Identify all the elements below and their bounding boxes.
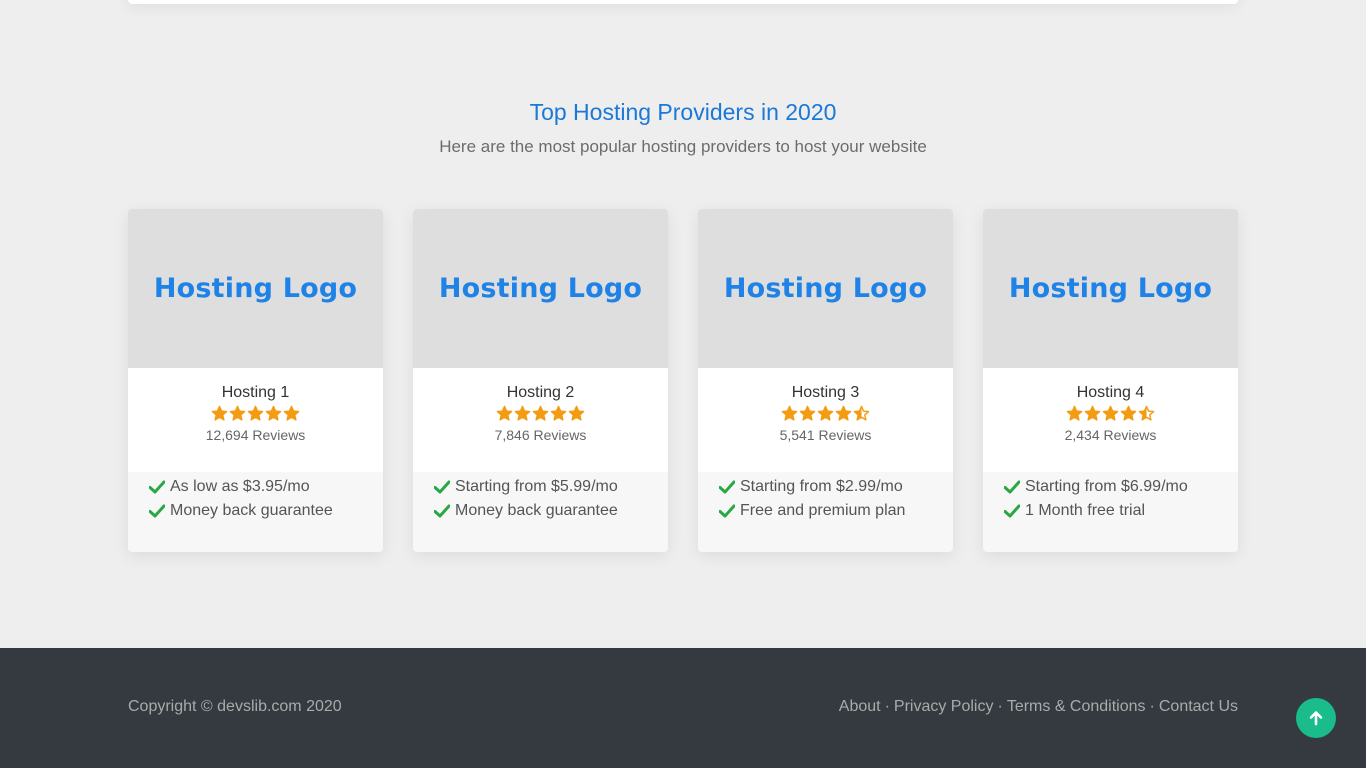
feature-text: As low as $3.95/mo [170, 478, 310, 495]
provider-logo-text: Hosting Logo [438, 273, 643, 304]
arrow-up-icon [1309, 711, 1323, 726]
check-icon [434, 504, 450, 518]
star-rating [698, 405, 953, 423]
star-full-icon [550, 405, 567, 421]
provider-logo[interactable]: Hosting Logo [983, 209, 1238, 368]
feature-list: Starting from $5.99/mo Money back guaran… [413, 472, 668, 523]
footer-link-contact-us[interactable]: Contact Us [1159, 698, 1238, 716]
star-rating [128, 405, 383, 423]
provider-logo[interactable]: Hosting Logo [128, 209, 383, 368]
feature-text: Money back guarantee [455, 502, 618, 519]
feature-item: Starting from $6.99/mo [1004, 475, 1238, 499]
check-icon [719, 480, 735, 494]
link-separator: · [884, 698, 890, 715]
provider-card[interactable]: Hosting Logo Hosting 1 12,694 Reviews As… [128, 209, 383, 552]
provider-info: Hosting 4 2,434 Reviews [983, 368, 1238, 472]
feature-list: Starting from $6.99/mo 1 Month free tria… [983, 472, 1238, 523]
provider-info: Hosting 3 5,541 Reviews [698, 368, 953, 472]
star-full-icon [265, 405, 282, 421]
star-half-icon [853, 405, 870, 421]
check-icon [1004, 504, 1020, 518]
provider-logo[interactable]: Hosting Logo [413, 209, 668, 368]
provider-logo-text: Hosting Logo [153, 273, 358, 304]
link-separator: · [1149, 698, 1155, 715]
star-full-icon [532, 405, 549, 421]
check-icon [149, 504, 165, 518]
feature-text: Money back guarantee [170, 502, 333, 519]
feature-item: Money back guarantee [149, 499, 383, 523]
check-icon [149, 480, 165, 494]
copyright-text: Copyright © devslib.com 2020 [128, 698, 342, 715]
provider-cards: Hosting Logo Hosting 1 12,694 Reviews As… [128, 209, 1238, 552]
site-footer: Copyright © devslib.com 2020 About · Pri… [0, 648, 1366, 768]
provider-card[interactable]: Hosting Logo Hosting 3 5,541 Reviews Sta… [698, 209, 953, 552]
star-full-icon [799, 405, 816, 421]
provider-card[interactable]: Hosting Logo Hosting 4 2,434 Reviews Sta… [983, 209, 1238, 552]
provider-name: Hosting 2 [506, 384, 575, 401]
provider-card[interactable]: Hosting Logo Hosting 2 7,846 Reviews Sta… [413, 209, 668, 552]
provider-logo-text: Hosting Logo [723, 273, 928, 304]
provider-name: Hosting 4 [1076, 384, 1145, 401]
feature-item: Starting from $2.99/mo [719, 475, 953, 499]
star-full-icon [1102, 405, 1119, 421]
star-full-icon [247, 405, 264, 421]
provider-info: Hosting 1 12,694 Reviews [128, 368, 383, 472]
feature-text: Starting from $5.99/mo [455, 478, 618, 495]
star-full-icon [781, 405, 798, 421]
provider-name: Hosting 1 [221, 384, 290, 401]
star-full-icon [568, 405, 585, 421]
review-count: 5,541 Reviews [779, 427, 872, 443]
feature-text: Starting from $6.99/mo [1025, 478, 1188, 495]
footer-link-terms[interactable]: Terms & Conditions [1007, 698, 1146, 716]
star-full-icon [211, 405, 228, 421]
star-full-icon [1066, 405, 1083, 421]
check-icon [434, 480, 450, 494]
star-full-icon [1084, 405, 1101, 421]
footer-link-privacy-policy[interactable]: Privacy Policy [894, 698, 994, 716]
star-full-icon [1120, 405, 1137, 421]
star-full-icon [817, 405, 834, 421]
feature-list: As low as $3.95/mo Money back guarantee [128, 472, 383, 523]
star-rating [983, 405, 1238, 423]
review-count: 7,846 Reviews [494, 427, 587, 443]
check-icon [719, 504, 735, 518]
provider-logo[interactable]: Hosting Logo [698, 209, 953, 368]
star-full-icon [283, 405, 300, 421]
check-icon [1004, 480, 1020, 494]
star-half-icon [1138, 405, 1155, 421]
review-count: 12,694 Reviews [205, 427, 306, 443]
review-count: 2,434 Reviews [1064, 427, 1157, 443]
footer-nav: About · Privacy Policy · Terms & Conditi… [839, 698, 1238, 716]
feature-item: 1 Month free trial [1004, 499, 1238, 523]
section-subtitle: Here are the most popular hosting provid… [439, 137, 927, 156]
star-full-icon [496, 405, 513, 421]
feature-item: Money back guarantee [434, 499, 668, 523]
feature-item: Starting from $5.99/mo [434, 475, 668, 499]
feature-item: Free and premium plan [719, 499, 953, 523]
previous-section-card [128, 0, 1238, 4]
link-separator: · [997, 698, 1003, 715]
star-full-icon [229, 405, 246, 421]
feature-text: Starting from $2.99/mo [740, 478, 903, 495]
provider-name: Hosting 3 [791, 384, 860, 401]
feature-list: Starting from $2.99/mo Free and premium … [698, 472, 953, 523]
feature-text: 1 Month free trial [1025, 502, 1146, 519]
star-rating [413, 405, 668, 423]
footer-link-about[interactable]: About [839, 698, 881, 716]
provider-info: Hosting 2 7,846 Reviews [413, 368, 668, 472]
provider-logo-text: Hosting Logo [1008, 273, 1213, 304]
star-full-icon [835, 405, 852, 421]
feature-item: As low as $3.95/mo [149, 475, 383, 499]
feature-text: Free and premium plan [740, 502, 906, 519]
scroll-to-top-button[interactable] [1296, 698, 1336, 738]
section-title: Top Hosting Providers in 2020 [529, 99, 837, 125]
star-full-icon [514, 405, 531, 421]
